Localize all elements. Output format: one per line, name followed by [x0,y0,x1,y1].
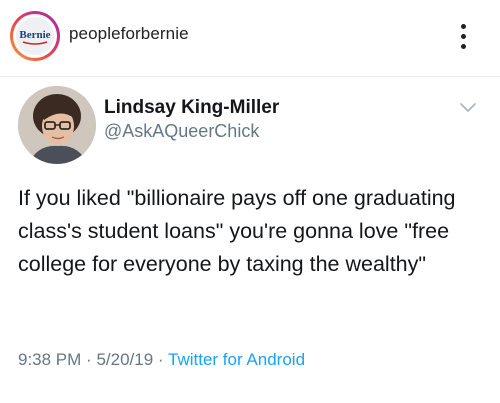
meta-separator: · [86,350,92,369]
tweet-text: If you liked "billionaire pays off one g… [18,186,462,276]
author-name[interactable]: Lindsay King-Miller [104,97,279,119]
account-avatar[interactable]: Bernie [10,11,60,61]
author-photo [18,86,96,164]
meta-separator: · [157,350,164,369]
instagram-post-header: Bernie peopleforbernie [0,0,500,77]
tweet-time[interactable]: 9:38 PM [18,350,81,369]
chevron-down-icon[interactable] [459,101,477,113]
avatar-logo-text: Bernie [19,29,50,41]
bernie-logo-graphic: Bernie [16,17,54,55]
instagram-post: Bernie peopleforbernie Lindsay King-Mill… [0,0,500,403]
more-vertical-icon[interactable] [454,20,474,54]
tweet-date[interactable]: 5/20/19 [96,350,153,369]
tweet-source-link[interactable]: Twitter for Android [168,350,305,369]
bernie-logo: Bernie [16,17,54,55]
tweet-card: Lindsay King-Miller @AskAQueerChick If y… [0,77,500,403]
author-avatar[interactable] [18,86,96,164]
author-handle[interactable]: @AskAQueerChick [104,121,259,142]
tweet-metadata: 9:38 PM · 5/20/19 · Twitter for Android [18,350,305,370]
account-username[interactable]: peopleforbernie [69,24,189,44]
